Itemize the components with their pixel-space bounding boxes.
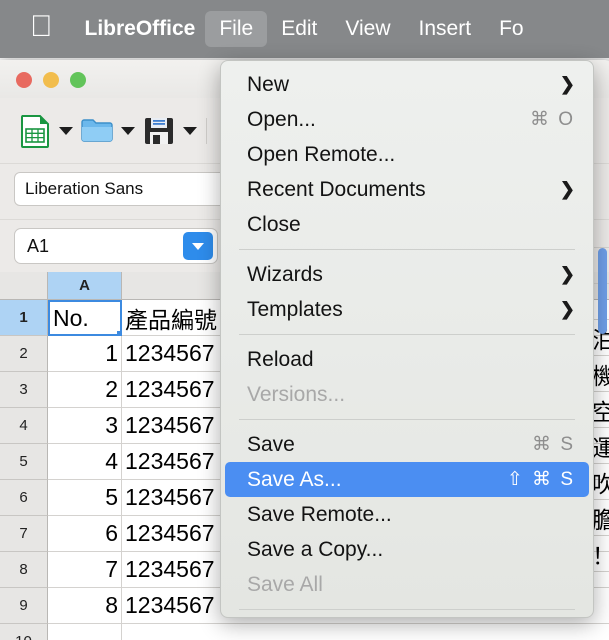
chevron-right-icon: ❯ bbox=[559, 264, 575, 284]
menu-separator bbox=[239, 249, 575, 250]
menu-item-save-remote[interactable]: Save Remote... bbox=[225, 497, 589, 532]
vertical-scrollbar-thumb[interactable] bbox=[598, 248, 607, 334]
cell-a4[interactable]: 3 bbox=[48, 408, 122, 444]
name-box-chevron-down-icon[interactable] bbox=[183, 232, 213, 260]
row-header-7[interactable]: 7 bbox=[0, 516, 48, 552]
menu-item-label: Save Remote... bbox=[247, 502, 392, 526]
row-header-9[interactable]: 9 bbox=[0, 588, 48, 624]
row-header-6[interactable]: 6 bbox=[0, 480, 48, 516]
menu-item-label: Templates bbox=[247, 297, 343, 321]
menu-item-close[interactable]: Close bbox=[225, 207, 589, 242]
menu-item-label: Wizards bbox=[247, 262, 323, 286]
row-header-10[interactable]: 10 bbox=[0, 624, 48, 640]
menu-item-shortcut: ⇧ ⌘ S bbox=[506, 469, 575, 490]
maximize-window-button[interactable] bbox=[70, 72, 86, 88]
menu-item-label: New bbox=[247, 72, 290, 96]
cell-a8[interactable]: 7 bbox=[48, 552, 122, 588]
cell-a1[interactable]: No. bbox=[48, 300, 122, 336]
menu-item-label: Save bbox=[247, 432, 295, 456]
cell-a7[interactable]: 6 bbox=[48, 516, 122, 552]
menu-item-wizards[interactable]: Wizards ❯ bbox=[225, 257, 589, 292]
menu-item-shortcut: ⌘ O bbox=[529, 109, 575, 130]
row-header-1[interactable]: 1 bbox=[0, 300, 48, 336]
traffic-lights bbox=[16, 72, 86, 88]
menubar-app-name[interactable]: LibreOffice bbox=[75, 11, 206, 47]
name-box[interactable]: A1 bbox=[14, 228, 218, 264]
menu-item-shortcut: ⌘ S bbox=[532, 434, 575, 455]
menu-item-label: Save As... bbox=[247, 467, 342, 491]
menu-separator bbox=[239, 334, 575, 335]
menu-item-open-remote[interactable]: Open Remote... bbox=[225, 137, 589, 172]
file-menu-panel: New ❯ Open... ⌘ O Open Remote... Recent … bbox=[220, 60, 594, 618]
menu-item-label: Recent Documents bbox=[247, 177, 426, 201]
menu-item-reload[interactable]: Reload bbox=[225, 342, 589, 377]
row-header-3[interactable]: 3 bbox=[0, 372, 48, 408]
font-name-value: Liberation Sans bbox=[25, 179, 144, 198]
menu-item-label: Versions... bbox=[247, 382, 346, 406]
menu-item-templates[interactable]: Templates ❯ bbox=[225, 292, 589, 327]
macos-menu-bar:  LibreOffice File Edit View Insert Fo bbox=[0, 0, 609, 58]
open-folder-icon[interactable] bbox=[76, 110, 118, 152]
menubar-item-format[interactable]: Fo bbox=[485, 11, 538, 47]
menu-separator bbox=[239, 609, 575, 610]
chevron-right-icon: ❯ bbox=[559, 74, 575, 94]
menu-item-save-a-copy[interactable]: Save a Copy... bbox=[225, 532, 589, 567]
cell-a10[interactable] bbox=[48, 624, 122, 640]
menu-item-new[interactable]: New ❯ bbox=[225, 67, 589, 102]
minimize-window-button[interactable] bbox=[43, 72, 59, 88]
cell-a3[interactable]: 2 bbox=[48, 372, 122, 408]
select-all-corner[interactable] bbox=[0, 272, 48, 300]
toolbar-separator bbox=[206, 117, 207, 144]
save-floppy-icon[interactable] bbox=[138, 110, 180, 152]
menubar-item-file[interactable]: File bbox=[205, 11, 268, 47]
menu-item-open[interactable]: Open... ⌘ O bbox=[225, 102, 589, 137]
save-document-chevron-down-icon[interactable] bbox=[180, 110, 200, 152]
menu-separator bbox=[239, 419, 575, 420]
open-document-chevron-down-icon[interactable] bbox=[118, 110, 138, 152]
menubar-item-edit[interactable]: Edit bbox=[267, 11, 331, 47]
cell-a5[interactable]: 4 bbox=[48, 444, 122, 480]
menu-item-save-as[interactable]: Save As... ⇧ ⌘ S bbox=[225, 462, 589, 497]
row-header-4[interactable]: 4 bbox=[0, 408, 48, 444]
menubar-item-view[interactable]: View bbox=[331, 11, 404, 47]
new-spreadsheet-icon[interactable] bbox=[14, 110, 56, 152]
menu-item-label: Open... bbox=[247, 107, 316, 131]
new-document-group bbox=[14, 110, 76, 152]
menu-item-save[interactable]: Save ⌘ S bbox=[225, 427, 589, 462]
cell-a6[interactable]: 5 bbox=[48, 480, 122, 516]
menu-item-versions: Versions... bbox=[225, 377, 589, 412]
new-document-chevron-down-icon[interactable] bbox=[56, 110, 76, 152]
menu-item-label: Reload bbox=[247, 347, 314, 371]
screen: Liberation Sans A1 A 1 No. 產品編號 2 1 1234… bbox=[0, 0, 609, 640]
chevron-right-icon: ❯ bbox=[559, 179, 575, 199]
menu-item-label: Save a Copy... bbox=[247, 537, 384, 561]
table-row: 10 bbox=[0, 624, 609, 640]
cell-a9[interactable]: 8 bbox=[48, 588, 122, 624]
menu-item-label: Save All bbox=[247, 572, 323, 596]
menu-item-save-all: Save All bbox=[225, 567, 589, 602]
chevron-right-icon: ❯ bbox=[559, 299, 575, 319]
open-document-group bbox=[76, 110, 138, 152]
column-header-a[interactable]: A bbox=[48, 272, 122, 300]
menu-item-label: Open Remote... bbox=[247, 142, 396, 166]
cell-b10[interactable] bbox=[122, 624, 609, 640]
menu-item-label: Close bbox=[247, 212, 301, 236]
save-document-group bbox=[138, 110, 200, 152]
menubar-item-insert[interactable]: Insert bbox=[405, 11, 486, 47]
menu-item-recent-documents[interactable]: Recent Documents ❯ bbox=[225, 172, 589, 207]
name-box-value: A1 bbox=[27, 235, 50, 256]
row-header-5[interactable]: 5 bbox=[0, 444, 48, 480]
row-header-2[interactable]: 2 bbox=[0, 336, 48, 372]
cell-a2[interactable]: 1 bbox=[48, 336, 122, 372]
row-header-8[interactable]: 8 bbox=[0, 552, 48, 588]
apple-logo-icon[interactable]:  bbox=[30, 12, 53, 42]
close-window-button[interactable] bbox=[16, 72, 32, 88]
